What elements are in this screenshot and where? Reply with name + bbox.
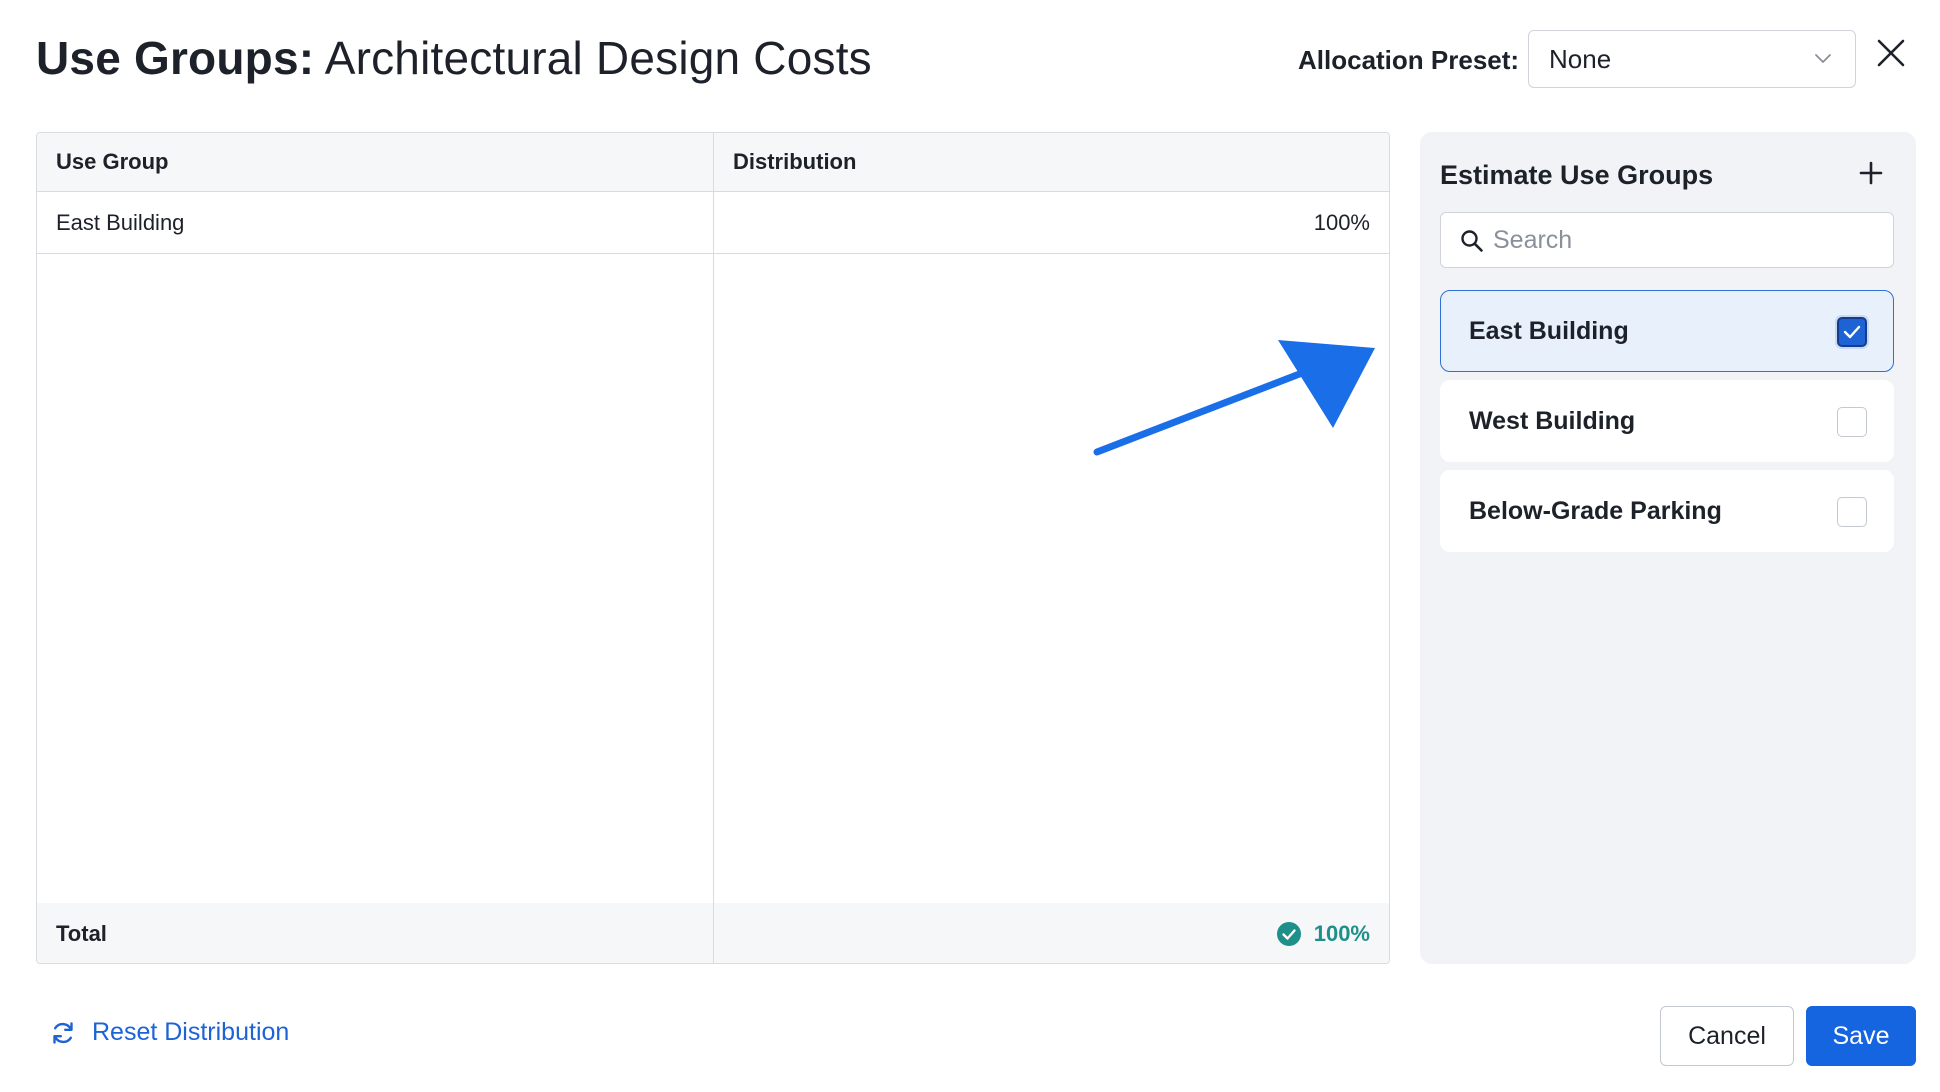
panel-title: Estimate Use Groups xyxy=(1440,160,1714,190)
cell-use-group: East Building xyxy=(37,192,714,253)
search-icon xyxy=(1461,230,1483,252)
reset-distribution-button[interactable]: Reset Distribution xyxy=(50,1018,289,1047)
column-header-use-group: Use Group xyxy=(37,133,714,191)
use-group-item-label: East Building xyxy=(1469,317,1629,345)
use-group-checkbox-east-building[interactable] xyxy=(1837,317,1867,347)
column-header-distribution: Distribution xyxy=(733,149,857,174)
allocation-preset-label: Allocation Preset: xyxy=(1298,45,1520,75)
use-group-item-west-building[interactable]: West Building xyxy=(1440,380,1894,462)
cancel-button[interactable]: Cancel xyxy=(1660,1006,1794,1066)
check-circle-icon xyxy=(1276,922,1301,946)
use-group-item-below-grade-parking[interactable]: Below-Grade Parking xyxy=(1440,470,1894,552)
use-group-checkbox-west-building[interactable] xyxy=(1837,407,1867,437)
total-percent: 100% xyxy=(1313,921,1370,946)
reset-distribution-label: Reset Distribution xyxy=(92,1018,290,1046)
total-value: 100% xyxy=(1276,921,1370,947)
close-icon[interactable] xyxy=(1874,36,1908,70)
search-box xyxy=(1440,212,1894,268)
check-icon xyxy=(1843,325,1861,339)
title-name: Architectural Design Costs xyxy=(324,32,872,84)
plus-icon[interactable] xyxy=(1856,158,1886,188)
allocation-preset-value: None xyxy=(1549,43,1612,74)
search-input[interactable] xyxy=(1493,221,1873,259)
estimate-use-groups-panel: Estimate Use Groups East Building West B… xyxy=(1420,132,1916,964)
use-group-item-label: Below-Grade Parking xyxy=(1469,497,1722,525)
allocation-preset-select[interactable]: None xyxy=(1528,30,1856,88)
save-button[interactable]: Save xyxy=(1806,1006,1916,1066)
table-empty-area xyxy=(37,254,1389,903)
total-label: Total xyxy=(37,903,714,963)
table-row[interactable]: East Building 100% xyxy=(37,192,1389,254)
table-header-row: Use Group Distribution xyxy=(37,133,1389,192)
use-group-item-east-building[interactable]: East Building xyxy=(1440,290,1894,372)
refresh-icon xyxy=(53,1021,73,1044)
use-group-checkbox-below-grade-parking[interactable] xyxy=(1837,497,1867,527)
dialog-title: Use Groups: Architectural Design Costs xyxy=(36,30,872,86)
title-prefix: Use Groups: xyxy=(36,32,315,84)
table-total-row: Total 100% xyxy=(37,903,1389,963)
use-group-item-label: West Building xyxy=(1469,407,1636,435)
distribution-table: Use Group Distribution East Building 100… xyxy=(36,132,1390,964)
cell-distribution[interactable]: 100% xyxy=(714,192,1389,253)
chevron-down-icon xyxy=(1815,54,1831,63)
